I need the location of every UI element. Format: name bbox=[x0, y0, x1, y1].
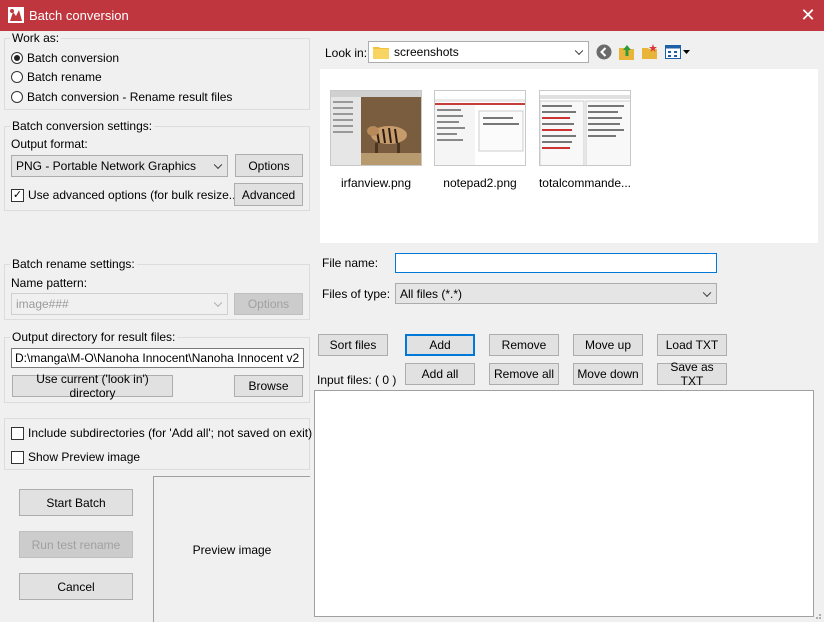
name-pattern-label: Name pattern: bbox=[11, 276, 88, 290]
conversion-settings-label: Batch conversion settings: bbox=[10, 119, 155, 133]
look-in-select[interactable]: screenshots bbox=[368, 41, 589, 63]
back-icon[interactable] bbox=[596, 44, 612, 60]
output-directory-label: Output directory for result files: bbox=[10, 330, 178, 344]
radio-indicator bbox=[11, 91, 23, 103]
add-all-button[interactable]: Add all bbox=[405, 363, 475, 385]
chevron-down-icon bbox=[213, 160, 223, 170]
use-current-directory-button[interactable]: Use current ('look in') directory bbox=[12, 372, 173, 400]
cancel-button[interactable]: Cancel bbox=[19, 573, 133, 600]
file-item[interactable]: totalcommande... bbox=[530, 90, 640, 190]
chevron-down-icon bbox=[702, 288, 712, 297]
resize-grip-icon[interactable] bbox=[812, 610, 822, 620]
run-test-rename-button[interactable]: Run test rename bbox=[19, 531, 133, 558]
files-of-type-label: Files of type: bbox=[322, 287, 391, 301]
radio-batch-rename[interactable]: Batch rename bbox=[11, 70, 102, 84]
chevron-down-icon bbox=[213, 298, 223, 308]
rename-settings-label: Batch rename settings: bbox=[10, 257, 137, 271]
checkbox-box bbox=[11, 426, 24, 440]
files-of-type-select[interactable]: All files (*.*) bbox=[395, 283, 717, 304]
checkmark-icon: ✓ bbox=[11, 188, 24, 202]
output-format-label: Output format: bbox=[11, 137, 88, 151]
window-title: Batch conversion bbox=[29, 8, 129, 23]
include-subdirectories-checkbox[interactable]: Include subdirectories (for 'Add all'; n… bbox=[11, 426, 312, 440]
output-format-value: PNG - Portable Network Graphics bbox=[16, 159, 197, 173]
input-files-label: Input files: bbox=[317, 373, 372, 387]
add-button[interactable]: Add bbox=[405, 334, 475, 356]
close-button[interactable]: ✕ bbox=[794, 4, 822, 26]
format-options-button[interactable]: Options bbox=[235, 154, 303, 177]
file-item[interactable]: notepad2.png bbox=[425, 90, 535, 190]
file-name-label: irfanview.png bbox=[340, 176, 412, 190]
start-batch-button[interactable]: Start Batch bbox=[19, 489, 133, 516]
current-folder: screenshots bbox=[394, 45, 459, 59]
output-directory-input[interactable]: D:\manga\M-O\Nanoha Innocent\Nanoha Inno… bbox=[11, 348, 304, 368]
remove-all-button[interactable]: Remove all bbox=[489, 363, 559, 385]
show-preview-label: Show Preview image bbox=[28, 450, 141, 464]
caret-down-icon bbox=[683, 50, 690, 54]
file-name-input[interactable] bbox=[395, 253, 717, 273]
file-item[interactable]: irfanview.png bbox=[321, 90, 431, 190]
name-pattern-value: image### bbox=[16, 297, 69, 311]
name-pattern-select[interactable]: image### bbox=[11, 293, 228, 315]
close-icon: ✕ bbox=[800, 5, 816, 25]
irfanview-app-icon bbox=[8, 7, 24, 23]
sort-files-button[interactable]: Sort files bbox=[318, 334, 388, 356]
thumbnail-image bbox=[330, 90, 422, 166]
rename-options-button[interactable]: Options bbox=[234, 293, 303, 315]
remove-button[interactable]: Remove bbox=[489, 334, 559, 356]
preview-image-area: Preview image bbox=[153, 476, 310, 622]
thumbnail-image bbox=[434, 90, 526, 166]
view-grid-icon bbox=[665, 45, 681, 59]
save-as-txt-button[interactable]: Save as TXT bbox=[657, 360, 727, 388]
input-files-list[interactable] bbox=[314, 390, 814, 617]
load-txt-button[interactable]: Load TXT bbox=[657, 334, 727, 356]
file-name-label: notepad2.png bbox=[443, 176, 517, 190]
thumbnail-image bbox=[539, 90, 631, 166]
radio-label: Batch conversion bbox=[27, 51, 120, 65]
file-name-field-label: File name: bbox=[322, 256, 379, 270]
show-preview-checkbox[interactable]: Show Preview image bbox=[11, 450, 140, 464]
view-menu-button[interactable] bbox=[665, 44, 691, 60]
browse-button[interactable]: Browse bbox=[234, 375, 303, 397]
new-folder-icon[interactable] bbox=[641, 43, 659, 61]
file-name-label: totalcommande... bbox=[538, 176, 632, 190]
radio-indicator bbox=[11, 71, 23, 83]
input-files-header: Input files: ( 0 ) bbox=[317, 373, 396, 387]
work-as-label: Work as: bbox=[10, 31, 62, 45]
radio-conversion-rename[interactable]: Batch conversion - Rename result files bbox=[11, 90, 232, 104]
advanced-button[interactable]: Advanced bbox=[234, 183, 303, 206]
advanced-options-label: Use advanced options (for bulk resize...… bbox=[28, 188, 243, 202]
move-down-button[interactable]: Move down bbox=[573, 363, 643, 385]
files-of-type-value: All files (*.*) bbox=[400, 286, 463, 301]
chevron-down-icon bbox=[574, 46, 584, 56]
advanced-options-checkbox[interactable]: ✓ Use advanced options (for bulk resize.… bbox=[11, 188, 243, 202]
output-format-select[interactable]: PNG - Portable Network Graphics bbox=[11, 155, 228, 177]
include-subdirectories-label: Include subdirectories (for 'Add all'; n… bbox=[28, 426, 313, 440]
radio-batch-conversion[interactable]: Batch conversion bbox=[11, 51, 119, 65]
folder-icon bbox=[373, 47, 389, 59]
radio-label: Batch conversion - Rename result files bbox=[27, 90, 233, 104]
checkbox-box bbox=[11, 450, 24, 464]
radio-indicator bbox=[11, 52, 23, 64]
radio-label: Batch rename bbox=[27, 70, 102, 84]
up-folder-icon[interactable] bbox=[618, 43, 636, 61]
title-bar: Batch conversion ✕ bbox=[0, 0, 824, 31]
preview-image-label: Preview image bbox=[192, 542, 272, 557]
move-up-button[interactable]: Move up bbox=[573, 334, 643, 356]
look-in-label: Look in: bbox=[325, 46, 368, 60]
input-files-count: ( 0 ) bbox=[375, 373, 397, 387]
